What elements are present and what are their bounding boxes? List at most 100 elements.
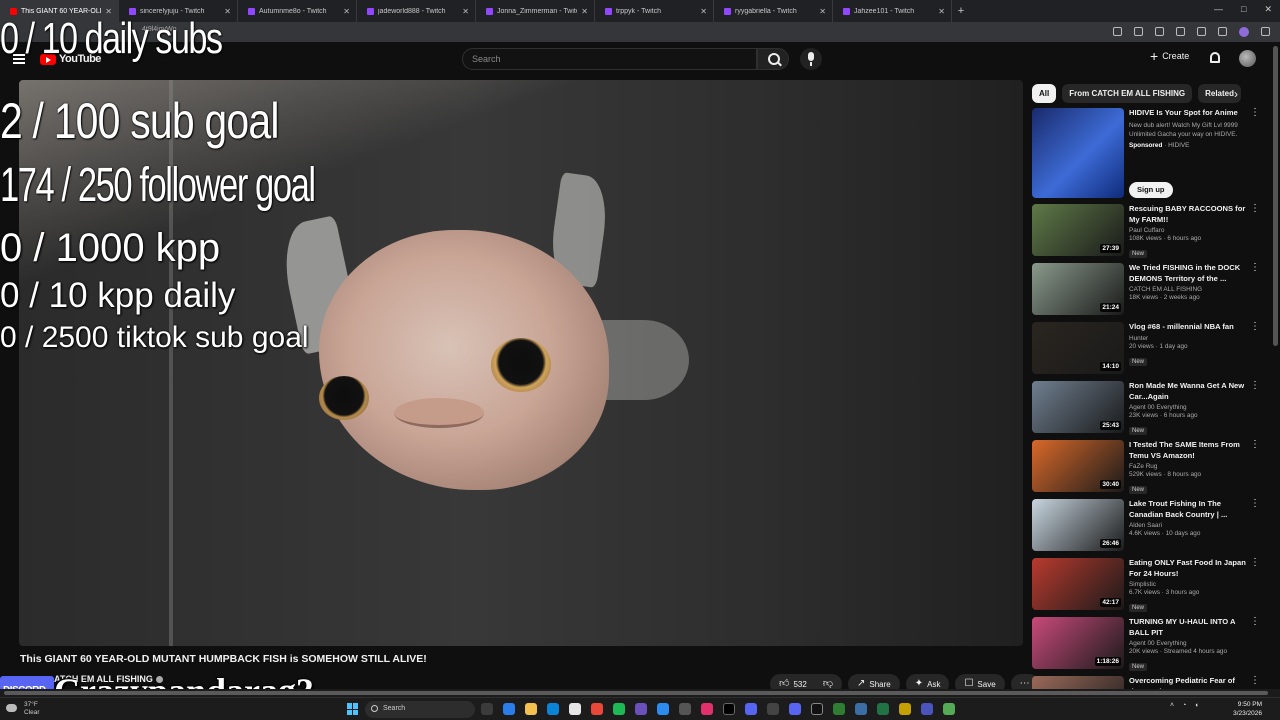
- video-thumbnail[interactable]: 42:17: [1032, 558, 1124, 610]
- download-icon[interactable]: [1218, 27, 1227, 36]
- video-thumbnail[interactable]: 21:24: [1032, 263, 1124, 315]
- kebab-menu-icon[interactable]: ⋮: [1250, 204, 1260, 214]
- browser-tab[interactable]: Jahzee101 - Twitch ✕: [833, 0, 952, 22]
- browser-profile-icon[interactable]: [1239, 27, 1249, 37]
- notifications-bell-icon[interactable]: [1210, 52, 1220, 63]
- thumbs-down-icon[interactable]: 👎︎: [823, 679, 833, 689]
- recommendation-item[interactable]: 25:43 Ron Made Me Wanna Get A New Car...A…: [1032, 381, 1260, 440]
- teams-icon[interactable]: [921, 703, 933, 715]
- store-icon[interactable]: [569, 703, 581, 715]
- create-button[interactable]: + Create: [1150, 49, 1189, 63]
- app-icon[interactable]: [855, 703, 867, 715]
- copilot-icon[interactable]: [503, 703, 515, 715]
- page-scrollbar[interactable]: [1273, 46, 1278, 346]
- recommendation-item[interactable]: 30:40 I Tested The SAME Items From Temu V…: [1032, 440, 1260, 499]
- sidebar-icon[interactable]: [1197, 27, 1206, 36]
- filter-chip[interactable]: From CATCH EM ALL FISHING: [1062, 84, 1193, 103]
- recommendation-title[interactable]: TURNING MY U-HAUL INTO A BALL PIT: [1129, 617, 1247, 638]
- recommendation-channel[interactable]: Hunter: [1129, 335, 1247, 342]
- app-icon[interactable]: [833, 703, 845, 715]
- browser-tab[interactable]: Autumnme8o - Twitch ✕: [238, 0, 357, 22]
- close-tab-icon[interactable]: ✕: [343, 7, 350, 16]
- recommendation-title[interactable]: We Tried FISHING in the DOCK DEMONS Terr…: [1129, 263, 1247, 284]
- recommendation-channel[interactable]: Alden Saari: [1129, 522, 1247, 529]
- browser-menu-icon[interactable]: [1261, 27, 1270, 36]
- task-view-icon[interactable]: [481, 703, 493, 715]
- recommendation-channel[interactable]: Simplistic: [1129, 581, 1247, 588]
- ad-title[interactable]: HIDIVE Is Your Spot for Anime: [1129, 108, 1247, 119]
- obs-icon[interactable]: [767, 703, 779, 715]
- recommendation-channel[interactable]: CATCH EM ALL FISHING: [1129, 286, 1247, 293]
- file-explorer-icon[interactable]: [525, 703, 537, 715]
- recommendation-item[interactable]: 42:17 Eating ONLY Fast Food In Japan For …: [1032, 558, 1260, 617]
- app-icon[interactable]: [679, 703, 691, 715]
- chevron-up-icon[interactable]: ˄: [1170, 702, 1174, 709]
- recommendation-title[interactable]: Ron Made Me Wanna Get A New Car...Again: [1129, 381, 1247, 402]
- recommendation-title[interactable]: Lake Trout Fishing In The Canadian Back …: [1129, 499, 1247, 520]
- kebab-menu-icon[interactable]: ⋮: [1250, 263, 1260, 273]
- new-tab-button[interactable]: +: [952, 5, 970, 17]
- recommendation-item[interactable]: 14:10 Vlog #68 - millennial NBA fan Hunter…: [1032, 322, 1260, 381]
- app-icon[interactable]: [701, 703, 713, 715]
- minecraft-icon[interactable]: [943, 703, 955, 715]
- recommendation-channel[interactable]: FaZe Rug: [1129, 463, 1247, 470]
- search-button[interactable]: [757, 48, 789, 70]
- weather-widget[interactable]: 37°F Clear: [24, 701, 40, 717]
- windows-start-icon[interactable]: [347, 703, 359, 715]
- avatar[interactable]: [1239, 50, 1256, 67]
- ad-thumbnail[interactable]: [1032, 108, 1124, 198]
- zoom-icon[interactable]: [1134, 27, 1143, 36]
- browser-tab[interactable]: ryygabriella - Twitch ✕: [714, 0, 833, 22]
- browser-tab[interactable]: Jonna_Zimmerman - Twitch ✕: [476, 0, 595, 22]
- bookmark-star-icon[interactable]: [1155, 27, 1164, 36]
- video-thumbnail[interactable]: 25:43: [1032, 381, 1124, 433]
- edge-icon[interactable]: [547, 703, 559, 715]
- horizontal-scrollbar[interactable]: [0, 689, 1280, 697]
- close-tab-icon[interactable]: ✕: [938, 7, 945, 16]
- video-thumbnail[interactable]: 1:18:26: [1032, 617, 1124, 669]
- close-window-icon[interactable]: ✕: [1264, 4, 1272, 15]
- close-tab-icon[interactable]: ✕: [462, 7, 469, 16]
- recommendation-item[interactable]: 27:39 Rescuing BABY RACCOONS for My FARM!…: [1032, 204, 1260, 263]
- app-icon[interactable]: [635, 703, 647, 715]
- app-icon[interactable]: [657, 703, 669, 715]
- kebab-menu-icon[interactable]: ⋮: [1250, 558, 1260, 568]
- browser-tab[interactable]: trppyk - Twitch ✕: [595, 0, 714, 22]
- app-icon[interactable]: [899, 703, 911, 715]
- recommendation-title[interactable]: I Tested The SAME Items From Temu VS Ama…: [1129, 440, 1247, 461]
- kebab-menu-icon[interactable]: ⋮: [1250, 676, 1260, 686]
- recommendation-item[interactable]: 21:24 We Tried FISHING in the DOCK DEMONS…: [1032, 263, 1260, 322]
- chevron-right-icon[interactable]: ›: [1234, 87, 1238, 101]
- recommendation-channel[interactable]: Paul Cuffaro: [1129, 227, 1247, 234]
- kebab-menu-icon[interactable]: ⋮: [1250, 322, 1260, 332]
- voice-search-mic-icon[interactable]: [800, 48, 822, 70]
- filter-chip[interactable]: All: [1032, 84, 1057, 103]
- close-tab-icon[interactable]: ✕: [819, 7, 826, 16]
- app-icon[interactable]: [789, 703, 801, 715]
- recommendation-item[interactable]: 1:18:26 TURNING MY U-HAUL INTO A BALL PIT…: [1032, 617, 1260, 676]
- chrome-icon[interactable]: [591, 703, 603, 715]
- cast-icon[interactable]: [1113, 27, 1122, 36]
- kebab-menu-icon[interactable]: ⋮: [1250, 108, 1260, 118]
- recommendation-title[interactable]: Eating ONLY Fast Food In Japan For 24 Ho…: [1129, 558, 1247, 579]
- search-input[interactable]: Search: [462, 48, 757, 70]
- kebab-menu-icon[interactable]: ⋮: [1250, 617, 1260, 627]
- taskbar-search[interactable]: Search: [365, 701, 475, 718]
- kick-icon[interactable]: [811, 703, 823, 715]
- recommendation-channel[interactable]: Agent 00 Everything: [1129, 640, 1247, 647]
- recommendation-item[interactable]: 26:46 Lake Trout Fishing In The Canadian …: [1032, 499, 1260, 558]
- recommendation-channel[interactable]: Agent 00 Everything: [1129, 404, 1247, 411]
- kebab-menu-icon[interactable]: ⋮: [1250, 381, 1260, 391]
- sponsored-ad[interactable]: HIDIVE Is Your Spot for Anime New dub al…: [1032, 108, 1260, 204]
- extensions-icon[interactable]: [1176, 27, 1185, 36]
- video-thumbnail[interactable]: 26:46: [1032, 499, 1124, 551]
- taskbar-clock[interactable]: 9:50 PM 3/23/2026: [1226, 700, 1262, 718]
- maximize-icon[interactable]: □: [1241, 4, 1246, 15]
- discord-icon[interactable]: [745, 703, 757, 715]
- weather-cloud-icon[interactable]: [6, 704, 17, 712]
- wifi-icon[interactable]: ◔: [1182, 702, 1186, 709]
- video-thumbnail[interactable]: 14:10: [1032, 322, 1124, 374]
- close-tab-icon[interactable]: ✕: [581, 7, 588, 16]
- close-tab-icon[interactable]: ✕: [700, 7, 707, 16]
- video-thumbnail[interactable]: 27:39: [1032, 204, 1124, 256]
